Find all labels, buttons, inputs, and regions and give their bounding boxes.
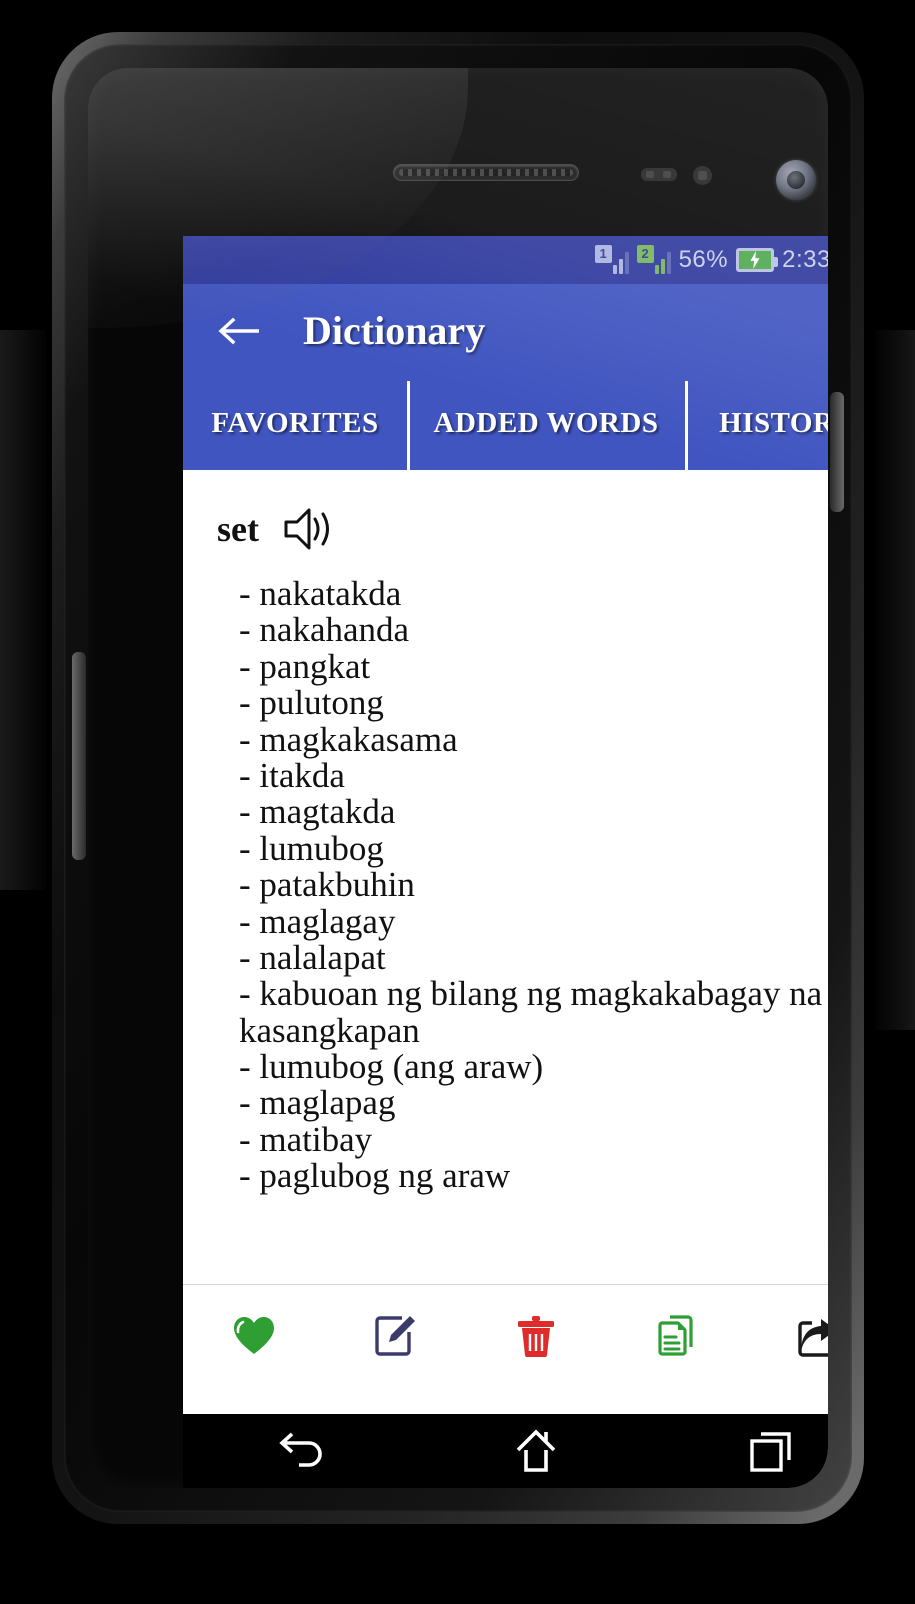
- sim2-badge: 2: [636, 245, 654, 263]
- phone-device: 1 2 56% 2:33 Dictionary FAVORITES ADDED …: [52, 32, 864, 1524]
- recents-icon: [750, 1432, 792, 1472]
- definition-item: - lumubog: [239, 828, 384, 868]
- entry-action-bar: [183, 1284, 828, 1386]
- share-button[interactable]: [748, 1313, 828, 1359]
- definition-item: - paglubog ng araw: [239, 1156, 511, 1196]
- volume-button[interactable]: [72, 652, 86, 860]
- tab-favorites-label: FAVORITES: [211, 407, 379, 439]
- definition-item: - lumubog (ang araw): [239, 1047, 544, 1087]
- android-navigation-bar: [183, 1414, 828, 1488]
- definition-item: - magkakasama: [239, 719, 458, 759]
- delete-button[interactable]: [465, 1313, 606, 1359]
- status-bar: 1 2 56% 2:33: [183, 236, 828, 284]
- battery-percent: 56%: [678, 246, 729, 273]
- copy-button[interactable]: [607, 1313, 748, 1359]
- tab-favorites[interactable]: FAVORITES: [183, 377, 407, 470]
- screenshot-backdrop: 1 2 56% 2:33 Dictionary FAVORITES ADDED …: [0, 0, 915, 1604]
- earpiece-speaker: [393, 164, 579, 181]
- definition-item: - patakbuhin: [239, 865, 415, 905]
- share-icon: [798, 1318, 828, 1357]
- home-icon: [516, 1429, 556, 1472]
- definition-item: - pangkat: [239, 646, 371, 686]
- definition-item: - nakahanda: [239, 610, 410, 650]
- heart-icon: [233, 1316, 274, 1354]
- tab-bar: FAVORITES ADDED WORDS HISTORY: [183, 377, 828, 470]
- arrow-left-icon[interactable]: [217, 308, 263, 354]
- status-clock: 2:33 PM: [782, 246, 828, 273]
- battery-charging-icon: [736, 248, 779, 272]
- phone-bezel: 1 2 56% 2:33 Dictionary FAVORITES ADDED …: [64, 44, 852, 1512]
- definition-item: - pulutong: [239, 683, 384, 723]
- tab-history-label: HISTORY: [719, 407, 828, 439]
- light-sensor-icon: [693, 166, 712, 185]
- copy-icon: [658, 1314, 693, 1356]
- background-glow-left: [0, 330, 46, 890]
- definition-item: - nakatakda: [239, 574, 402, 613]
- trash-icon: [518, 1315, 554, 1357]
- sim1-badge: 1: [594, 245, 612, 263]
- page-title: Dictionary: [303, 308, 486, 353]
- definition-item: - maglagay: [239, 901, 396, 941]
- sim2-signal-icon: 2: [636, 245, 671, 274]
- tab-added-words[interactable]: ADDED WORDS: [407, 377, 685, 470]
- nav-recents[interactable]: [654, 1426, 828, 1476]
- edit-button[interactable]: [324, 1313, 465, 1359]
- favorite-button[interactable]: [183, 1313, 324, 1359]
- entry-header: set: [217, 506, 828, 552]
- tab-added-words-label: ADDED WORDS: [433, 407, 659, 439]
- definition-item: - matibay: [239, 1119, 373, 1159]
- definition-item: - nalalapat: [239, 937, 386, 977]
- back-arrow-icon: [278, 1432, 322, 1467]
- definition-item: - kabuoan ng bilang ng magkakabagay na k…: [239, 974, 823, 1050]
- nav-home[interactable]: [418, 1426, 653, 1476]
- power-button[interactable]: [830, 392, 844, 512]
- definition-list: - nakatakda - nakahanda - pangkat - pulu…: [213, 574, 828, 1196]
- front-camera-icon: [776, 160, 816, 200]
- nav-back[interactable]: [183, 1426, 418, 1476]
- tab-history[interactable]: HISTORY: [685, 377, 828, 470]
- edit-icon: [375, 1315, 415, 1356]
- sim1-signal-icon: 1: [594, 245, 629, 274]
- phone-glass: 1 2 56% 2:33 Dictionary FAVORITES ADDED …: [88, 68, 828, 1488]
- proximity-sensor-icon: [641, 168, 677, 181]
- speaker-icon[interactable]: [281, 506, 337, 552]
- dictionary-entry-panel: set - nakatakda - nakahanda - pangkat - …: [183, 470, 828, 1386]
- definition-item: - maglapag: [239, 1083, 396, 1123]
- app-bar: Dictionary: [183, 284, 828, 377]
- background-glow-right: [875, 330, 915, 1030]
- phone-screen: 1 2 56% 2:33 Dictionary FAVORITES ADDED …: [183, 236, 828, 1488]
- definition-item: - magtakda: [239, 792, 396, 832]
- definition-item: - itakda: [239, 755, 345, 795]
- entry-word: set: [217, 509, 259, 549]
